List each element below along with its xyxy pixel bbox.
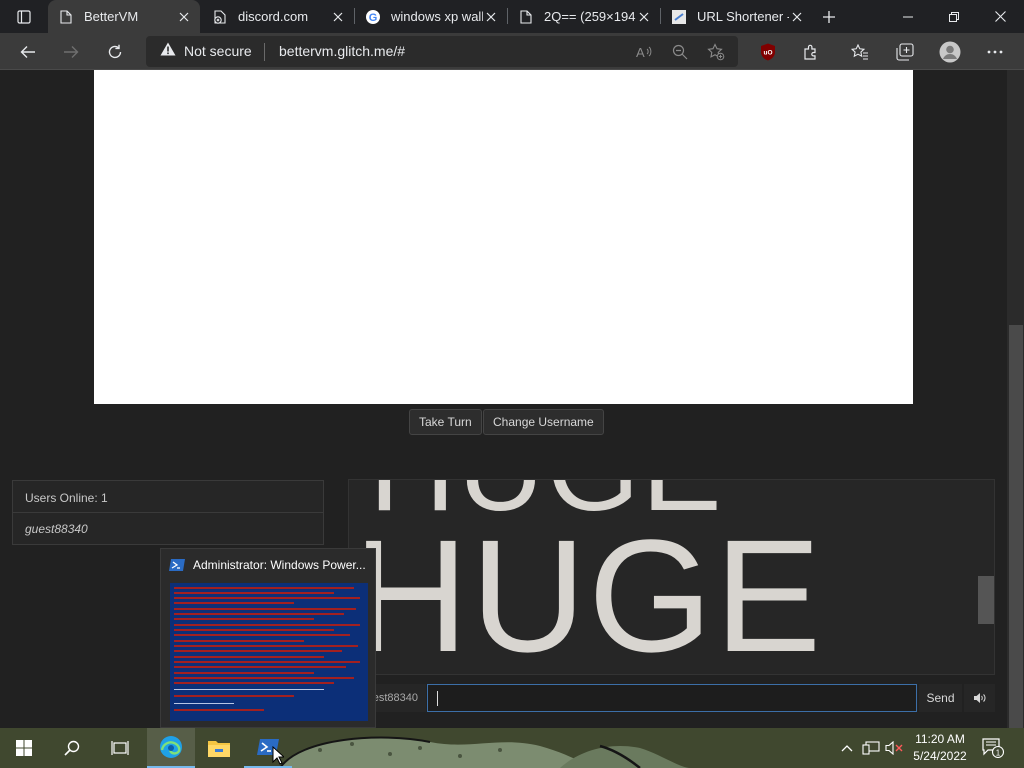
speaker-icon[interactable] — [964, 684, 995, 712]
minimize-icon[interactable] — [885, 0, 931, 33]
clock-time: 11:20 AM — [915, 732, 965, 746]
close-icon[interactable] — [330, 9, 346, 25]
start-windows-icon[interactable] — [0, 728, 48, 768]
page-icon — [58, 9, 74, 25]
task-view-icon[interactable] — [96, 728, 144, 768]
security-label: Not secure — [184, 42, 252, 59]
preview-title: Administrator: Windows Power... — [169, 558, 366, 572]
users-online-header: Users Online: 1 — [13, 481, 323, 513]
users-online-panel: Users Online: 1 guest88340 — [12, 480, 324, 545]
page-icon — [518, 9, 534, 25]
address-toolbar: Not secure bettervm.glitch.me/# A uO — [0, 33, 1024, 70]
address-bar[interactable]: Not secure bettervm.glitch.me/# A — [146, 36, 738, 67]
windows-taskbar: 11:20 AM 5/24/2022 1 — [0, 728, 1024, 768]
warning-icon — [160, 42, 176, 59]
tab-strip: BetterVM discord.com G windows xp wall 2… — [0, 0, 1024, 33]
google-icon: G — [365, 9, 381, 25]
add-favorite-icon[interactable] — [704, 40, 728, 64]
tab-google-search[interactable]: G windows xp wall — [355, 0, 507, 33]
svg-text:uO: uO — [763, 50, 772, 57]
take-turn-button[interactable]: Take Turn — [409, 409, 482, 435]
divider — [264, 43, 265, 61]
close-icon[interactable] — [176, 9, 192, 25]
tab-url-shortener[interactable]: URL Shortener - — [661, 0, 813, 33]
security-indicator[interactable]: Not secure — [160, 42, 252, 59]
change-username-button[interactable]: Change Username — [483, 409, 604, 435]
page-warning-icon — [212, 9, 228, 25]
close-icon[interactable] — [789, 9, 805, 25]
send-button[interactable]: Send — [919, 684, 962, 712]
powershell-icon — [169, 558, 185, 572]
zoom-out-icon[interactable] — [668, 40, 692, 64]
more-menu-icon[interactable] — [980, 37, 1010, 67]
tab-title: windows xp wall — [391, 9, 483, 24]
edge-browser-icon[interactable] — [147, 728, 195, 768]
text-caret — [437, 691, 438, 706]
system-clock[interactable]: 11:20 AM 5/24/2022 — [906, 731, 974, 765]
close-window-icon[interactable] — [977, 0, 1023, 33]
search-icon[interactable] — [48, 728, 96, 768]
chat-message: HUGE — [353, 506, 824, 675]
new-tab-icon[interactable] — [816, 4, 842, 30]
tab-bettervm[interactable]: BetterVM — [48, 0, 200, 33]
url-text[interactable]: bettervm.glitch.me/# — [279, 43, 405, 59]
tab-discord[interactable]: discord.com — [202, 0, 354, 33]
restore-icon[interactable] — [931, 0, 977, 33]
tab-title: BetterVM — [84, 9, 139, 24]
clock-date: 5/24/2022 — [913, 749, 967, 763]
preview-title-text: Administrator: Windows Power... — [193, 558, 366, 572]
mouse-cursor-icon — [272, 745, 286, 768]
close-icon[interactable] — [483, 9, 499, 25]
refresh-icon[interactable] — [100, 37, 130, 67]
tab-actions-icon[interactable] — [8, 5, 40, 29]
tab-title: discord.com — [238, 9, 309, 24]
file-explorer-icon[interactable] — [195, 728, 243, 768]
page-scrollbar-thumb[interactable] — [1009, 325, 1023, 728]
powershell-window-thumbnail — [170, 583, 368, 721]
chat-input-row: est88340 Send — [348, 684, 995, 712]
notification-count: 1 — [996, 748, 1001, 757]
forward-arrow-icon — [56, 37, 86, 67]
network-icon[interactable] — [860, 728, 882, 768]
favorites-icon[interactable] — [845, 37, 875, 67]
svg-text:A: A — [636, 45, 645, 60]
tab-image[interactable]: 2Q== (259×194 — [508, 0, 660, 33]
collections-icon[interactable] — [890, 37, 920, 67]
web-page: Take Turn Change Username Users Online: … — [0, 70, 1007, 728]
ublock-icon[interactable]: uO — [753, 37, 783, 67]
svg-text:G: G — [369, 12, 378, 24]
chat-input[interactable] — [427, 684, 917, 712]
read-aloud-icon[interactable]: A — [632, 40, 656, 64]
chevron-up-icon[interactable] — [836, 728, 858, 768]
profile-avatar-icon[interactable] — [935, 37, 965, 67]
tab-title: 2Q== (259×194 — [544, 9, 636, 24]
chat-messages[interactable]: HUGE HUGE — [348, 479, 995, 675]
chat-scrollbar-thumb[interactable] — [978, 576, 994, 624]
back-arrow-icon[interactable] — [13, 37, 43, 67]
taskbar-thumbnail-preview[interactable]: Administrator: Windows Power... — [160, 548, 376, 728]
vm-display[interactable] — [94, 70, 913, 404]
volume-muted-icon[interactable] — [883, 728, 905, 768]
close-icon[interactable] — [636, 9, 652, 25]
powershell-taskbar-icon[interactable] — [244, 728, 292, 768]
user-list-item: guest88340 — [25, 522, 88, 536]
tab-title: URL Shortener - — [697, 9, 789, 24]
notification-center-icon[interactable]: 1 — [978, 728, 1008, 768]
extensions-icon[interactable] — [796, 37, 826, 67]
url-shortener-icon — [671, 9, 687, 25]
